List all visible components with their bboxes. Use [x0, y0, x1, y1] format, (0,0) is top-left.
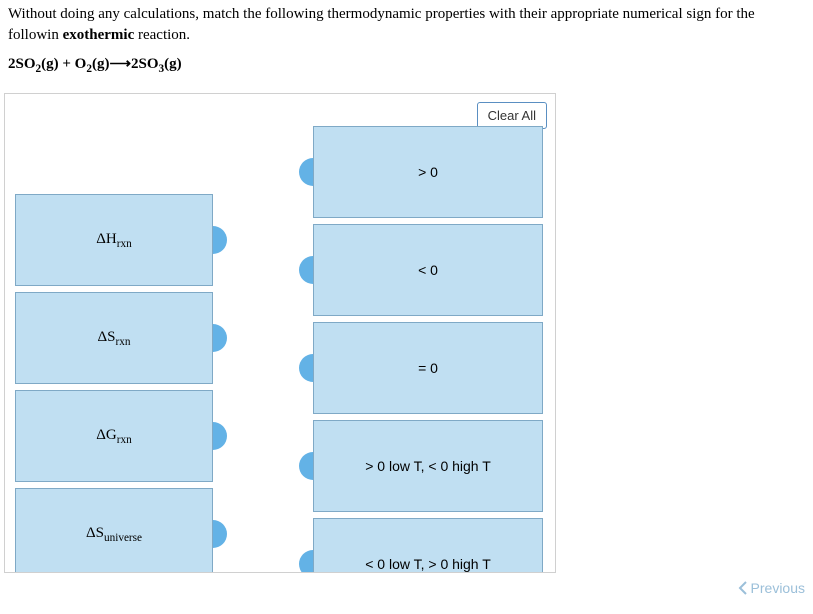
- drag-item-delta-h-rxn[interactable]: ΔHrxn: [15, 194, 213, 286]
- prompt-emphasis: exothermic: [63, 27, 135, 43]
- drag-prefix: ΔH: [96, 231, 116, 247]
- drop-target-eq-0[interactable]: = 0: [313, 322, 543, 414]
- matching-panel: Clear All ΔHrxn ΔSrxn ΔGrxn ΔSuniverse >…: [4, 93, 556, 573]
- drag-item-delta-s-universe[interactable]: ΔSuniverse: [15, 488, 213, 573]
- drag-prefix: ΔS: [86, 525, 104, 541]
- drop-target-gt-0[interactable]: > 0: [313, 126, 543, 218]
- drop-label: = 0: [418, 360, 438, 376]
- draggable-column: ΔHrxn ΔSrxn ΔGrxn ΔSuniverse: [15, 194, 213, 573]
- drag-sub: rxn: [117, 434, 132, 446]
- drop-socket-icon: [299, 550, 313, 573]
- drop-label: > 0: [418, 164, 438, 180]
- drop-label: < 0 low T, > 0 high T: [365, 556, 491, 572]
- drag-handle-icon[interactable]: [213, 324, 227, 352]
- eq-part: (g) + O: [41, 56, 86, 72]
- eq-part: (g): [92, 56, 110, 72]
- eq-part: 2SO: [131, 56, 159, 72]
- drop-socket-icon: [299, 452, 313, 480]
- drag-handle-icon[interactable]: [213, 226, 227, 254]
- question-prompt: Without doing any calculations, match th…: [0, 0, 813, 46]
- eq-arrow: ⟶: [109, 56, 131, 72]
- drop-socket-icon: [299, 354, 313, 382]
- previous-label: Previous: [751, 580, 805, 596]
- clear-all-button[interactable]: Clear All: [477, 102, 547, 129]
- drag-handle-icon[interactable]: [213, 520, 227, 548]
- drag-label: ΔSrxn: [98, 329, 131, 348]
- drag-label: ΔSuniverse: [86, 525, 142, 544]
- previous-button[interactable]: Previous: [737, 580, 805, 596]
- drop-label: > 0 low T, < 0 high T: [365, 458, 491, 474]
- reaction-equation: 2SO2(g) + O2(g)⟶2SO3(g): [0, 46, 813, 93]
- drag-sub: universe: [104, 532, 142, 544]
- drag-label: ΔHrxn: [96, 231, 131, 250]
- drop-target-column: > 0 < 0 = 0 > 0 low T, < 0 high T < 0 lo…: [313, 126, 543, 573]
- drop-socket-icon: [299, 256, 313, 284]
- prompt-text-2: reaction.: [134, 27, 190, 43]
- drag-handle-icon[interactable]: [213, 422, 227, 450]
- eq-part: (g): [164, 56, 182, 72]
- drag-item-delta-s-rxn[interactable]: ΔSrxn: [15, 292, 213, 384]
- drop-label: < 0: [418, 262, 438, 278]
- drag-sub: rxn: [116, 336, 131, 348]
- drag-label: ΔGrxn: [96, 427, 131, 446]
- drag-sub: rxn: [117, 238, 132, 250]
- eq-part: 2SO: [8, 56, 36, 72]
- chevron-left-icon: [737, 581, 749, 595]
- drop-target-lt-0[interactable]: < 0: [313, 224, 543, 316]
- drop-target-gt0-lowt-lt0-hight[interactable]: > 0 low T, < 0 high T: [313, 420, 543, 512]
- drag-prefix: ΔS: [98, 329, 116, 345]
- drag-prefix: ΔG: [96, 427, 116, 443]
- drag-item-delta-g-rxn[interactable]: ΔGrxn: [15, 390, 213, 482]
- drop-target-lt0-lowt-gt0-hight[interactable]: < 0 low T, > 0 high T: [313, 518, 543, 573]
- drop-socket-icon: [299, 158, 313, 186]
